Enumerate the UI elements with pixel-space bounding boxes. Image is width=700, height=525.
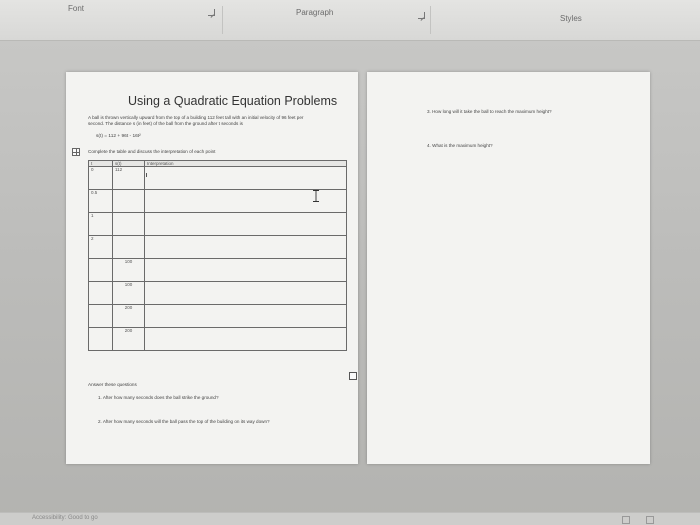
question-4: 4. What is the maximum height? <box>427 143 493 148</box>
table-cell[interactable] <box>88 281 113 305</box>
font-group-label: Font <box>68 4 85 13</box>
table-cell[interactable] <box>88 327 113 351</box>
paragraph-dialog-launcher-icon[interactable] <box>418 12 425 19</box>
view-mode-icon[interactable] <box>622 516 630 524</box>
problem-text-line-2: second. The distance s (in feet) of the … <box>88 121 243 126</box>
table-cell[interactable]: 100 <box>112 258 145 282</box>
font-dialog-launcher-icon[interactable] <box>208 9 215 16</box>
question-1: 1. After how many seconds does the ball … <box>98 395 219 400</box>
text-caret <box>146 173 147 177</box>
table-cell[interactable] <box>144 327 347 351</box>
table-cell[interactable] <box>112 235 145 259</box>
table-cell[interactable]: 112 <box>112 166 145 190</box>
table-row: 0.5 <box>88 189 347 213</box>
styles-group-label: Styles <box>560 14 582 23</box>
table-cell[interactable] <box>112 189 145 213</box>
document-page-right[interactable]: 3. How long will it take the ball to rea… <box>367 72 650 464</box>
table-cell[interactable]: 200 <box>112 304 145 328</box>
table-cell[interactable]: 2 <box>88 235 113 259</box>
table-cell[interactable] <box>144 258 347 282</box>
status-bar: Accessibility: Good to go <box>0 512 700 525</box>
paragraph-group-label: Paragraph <box>296 8 334 17</box>
table-resize-handle-icon[interactable] <box>349 372 357 380</box>
table-cell[interactable]: 100 <box>112 281 145 305</box>
answer-heading: Answer these questions <box>88 382 137 387</box>
ribbon: Font Paragraph Styles <box>0 0 700 41</box>
ibeam-cursor-icon <box>313 190 319 202</box>
table-row: 2 <box>88 235 347 259</box>
table-row: 200 <box>88 304 347 328</box>
table-row: 100 <box>88 281 347 305</box>
question-2: 2. After how many seconds will the ball … <box>98 419 270 424</box>
accessibility-status[interactable]: Accessibility: Good to go <box>32 515 98 521</box>
question-3: 3. How long will it take the ball to rea… <box>427 109 552 114</box>
ribbon-separator <box>430 6 431 34</box>
table-row: 0 112 <box>88 166 347 190</box>
table-cell[interactable] <box>88 304 113 328</box>
table-cell[interactable] <box>144 304 347 328</box>
values-table[interactable]: t s(t) Interpretation 0 112 0.5 1 2 100 <box>88 160 347 351</box>
table-cell[interactable] <box>144 235 347 259</box>
problem-text-line-1: A ball is thrown vertically upward from … <box>88 115 304 120</box>
table-row: 100 <box>88 258 347 282</box>
table-cell[interactable] <box>144 166 347 190</box>
document-page-left[interactable]: Using a Quadratic Equation Problems A ba… <box>66 72 358 464</box>
distance-formula: s(t) = 112 + 96t - 16t² <box>96 134 141 139</box>
table-move-handle-icon[interactable] <box>72 148 80 156</box>
table-cell[interactable] <box>88 258 113 282</box>
table-instruction: Complete the table and discuss the inter… <box>88 149 216 154</box>
ribbon-separator <box>222 6 223 34</box>
page-title: Using a Quadratic Equation Problems <box>128 94 338 108</box>
table-cell[interactable] <box>144 281 347 305</box>
table-cell[interactable] <box>112 212 145 236</box>
table-cell[interactable]: 1 <box>88 212 113 236</box>
table-cell[interactable]: 0 <box>88 166 113 190</box>
table-row: 1 <box>88 212 347 236</box>
table-row: 200 <box>88 327 347 351</box>
table-cell[interactable] <box>144 212 347 236</box>
table-cell[interactable]: 0.5 <box>88 189 113 213</box>
view-mode-icon[interactable] <box>646 516 654 524</box>
table-cell[interactable]: 200 <box>112 327 145 351</box>
